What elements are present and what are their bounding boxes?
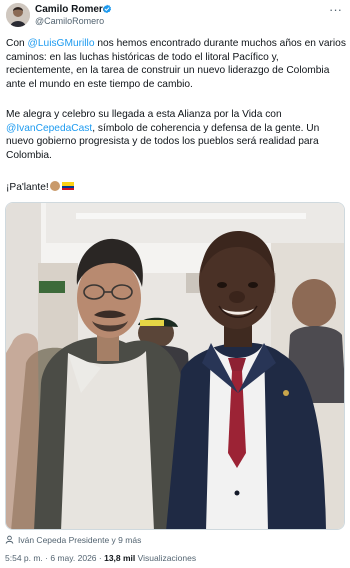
text-segment: ¡Pa'lante! (6, 182, 49, 193)
author-handle[interactable]: @CamiloRomero (35, 16, 104, 26)
tweet-paragraph-3: ¡Pa'lante! (6, 181, 74, 195)
views-count: 13,8 mil (104, 553, 136, 563)
tweet-meta: 5:54 p. m. · 6 may. 2026 · 13,8 mil Visu… (5, 553, 196, 563)
tweet-photo[interactable] (5, 202, 345, 530)
text-segment: Me alegra y celebro su llegada a esta Al… (6, 109, 282, 120)
tweet-paragraph-2: Me alegra y celebro su llegada a esta Al… (6, 108, 346, 162)
photo-tags-label: Iván Cepeda Presidente y 9 más (18, 535, 142, 545)
verified-badge-icon (103, 4, 112, 14)
text-segment: Con (6, 38, 28, 49)
mention-ivancepedacast[interactable]: @IvanCepedaCast (6, 123, 92, 134)
tweet-paragraph-1: Con @LuisGMurillo nos hemos encontrado d… (6, 37, 346, 91)
raised-fist-emoji-icon (49, 181, 60, 191)
views-label: Visualizaciones (137, 553, 197, 563)
tweet-header: Camilo Romero @CamiloRomero ··· (0, 0, 350, 36)
author-avatar[interactable] (6, 3, 30, 27)
person-tag-icon (5, 535, 14, 544)
tweet-time[interactable]: 5:54 p. m. (5, 553, 43, 563)
tweet-date[interactable]: 6 may. 2026 (50, 553, 96, 563)
photo-tags[interactable]: Iván Cepeda Presidente y 9 más (5, 535, 141, 547)
colombia-flag-icon (61, 182, 74, 190)
author-name[interactable]: Camilo Romero (35, 4, 109, 15)
meta-separator: · (96, 553, 105, 563)
more-options-icon[interactable]: ··· (329, 2, 342, 17)
mention-luisgmurillo[interactable]: @LuisGMurillo (28, 38, 95, 49)
